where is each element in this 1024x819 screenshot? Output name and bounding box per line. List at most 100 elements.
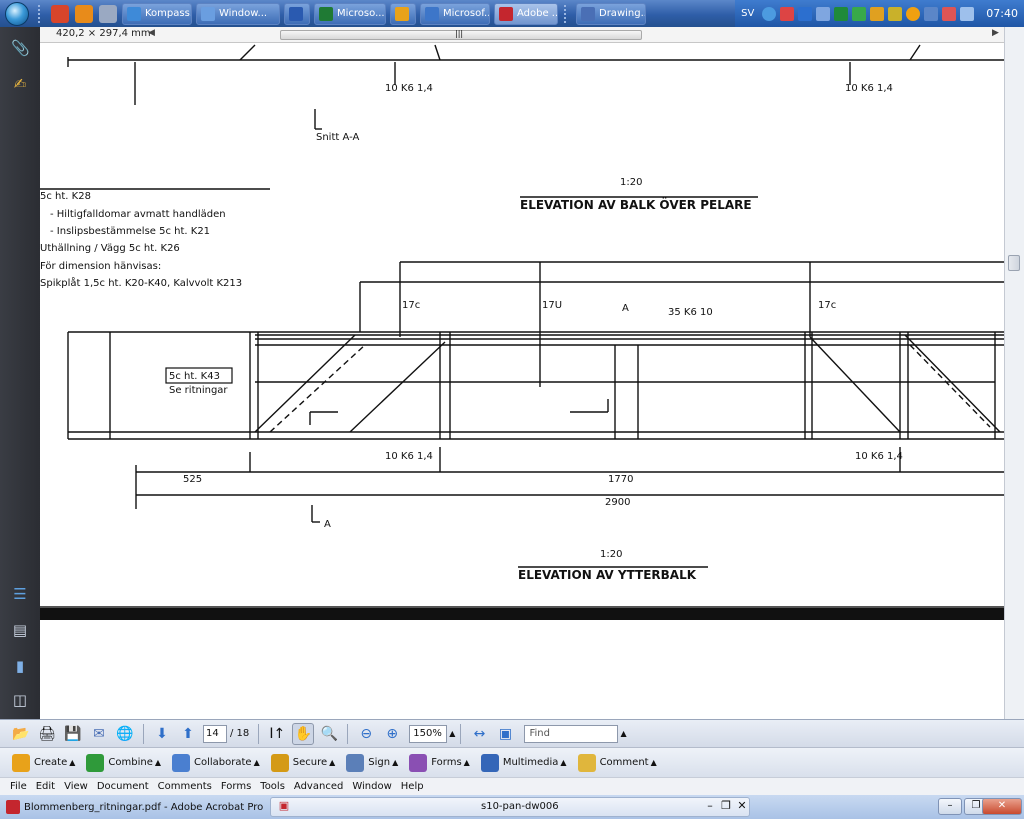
monitor-icon[interactable] (924, 6, 939, 21)
scroll-right-icon[interactable]: ▶ (992, 28, 999, 38)
chevron-down-icon: ▲ (560, 758, 567, 767)
find-input[interactable]: Find (524, 724, 619, 743)
menu-edit[interactable]: Edit (36, 781, 55, 792)
web-icon[interactable]: 🌐 (114, 723, 136, 745)
fit-page-icon[interactable]: ▣ (494, 723, 516, 745)
update-icon[interactable] (906, 6, 921, 21)
pages-icon[interactable]: ◫ (11, 691, 29, 709)
fit-width-icon[interactable]: ↔ (468, 723, 490, 745)
taskbar-grip[interactable] (38, 4, 44, 23)
vertical-scrollbar[interactable] (1004, 27, 1024, 719)
menu-help[interactable]: Help (401, 781, 424, 792)
sign-button[interactable]: Sign ▲ (346, 753, 398, 772)
page-number-input[interactable]: 14 (203, 724, 227, 743)
quicklaunch-network-icon[interactable] (99, 4, 117, 23)
menu-file[interactable]: File (10, 781, 27, 792)
model-tree-icon[interactable]: ☰ (11, 585, 29, 603)
alert-icon[interactable] (942, 6, 957, 21)
document-view[interactable]: 10 K6 1,4 10 K6 1,4 Snitt A-A 1:20 ELEVA… (40, 27, 1004, 719)
secure-button[interactable]: Secure ▲ (270, 753, 335, 772)
sync-icon[interactable] (834, 6, 849, 21)
create-button[interactable]: Create ▲ (12, 753, 75, 772)
collaborate-icon (172, 753, 191, 772)
task-adobe[interactable]: Adobe ... (494, 2, 558, 25)
zoom-level-input[interactable]: 150% (409, 724, 448, 743)
close-button[interactable]: ✕ (982, 798, 1022, 815)
email-icon[interactable]: ✉ (88, 723, 110, 745)
taskbar-grip[interactable] (564, 4, 570, 23)
select-text-icon[interactable]: I↑ (266, 723, 288, 745)
engineering-drawing: 10 K6 1,4 10 K6 1,4 Snitt A-A 1:20 ELEVA… (40, 44, 1004, 620)
menu-advanced[interactable]: Advanced (294, 781, 343, 792)
zoom-out-icon[interactable]: ⊖ (355, 723, 377, 745)
windows-orb-icon (5, 1, 29, 26)
note-3: Uthällning / Vägg 5c ht. K26 (40, 243, 180, 254)
dim-row1-a: 10 K6 1,4 (385, 451, 433, 462)
folder-icon[interactable] (888, 6, 903, 21)
zoom-tool-icon[interactable]: 🔍 (318, 723, 340, 745)
grid-icon[interactable] (816, 6, 831, 21)
quicklaunch-p-icon[interactable] (51, 4, 69, 23)
menu-window[interactable]: Window (352, 781, 391, 792)
save-icon[interactable]: 💾 (62, 723, 84, 745)
next-page-icon[interactable]: ⬇ (151, 723, 173, 745)
note-4: - Inslipsbestämmelse 5c ht. K21 (50, 226, 210, 237)
task-outlook[interactable] (390, 2, 416, 25)
printer-icon[interactable] (870, 6, 885, 21)
start-button[interactable] (0, 0, 34, 27)
multimedia-button[interactable]: Multimedia ▲ (480, 753, 567, 772)
clock[interactable]: 07:40 (986, 7, 1018, 20)
comment-button[interactable]: Comment ▲ (577, 753, 657, 772)
tasks-toolbar: Create ▲ Combine ▲ Collaborate ▲ Secure ▲ Si… (0, 747, 1024, 777)
layers-icon[interactable]: ▤ (11, 621, 29, 639)
chevron-down-icon: ▲ (463, 758, 470, 767)
acrobat-icon[interactable] (6, 800, 20, 814)
signatures-icon[interactable]: ✍ (11, 75, 29, 93)
combine-button[interactable]: Combine ▲ (86, 753, 161, 772)
hand-tool-icon[interactable]: ✋ (292, 722, 315, 745)
forms-button[interactable]: Forms ▲ (409, 753, 470, 772)
language-indicator[interactable]: SV (741, 8, 754, 19)
doc-restore-icon[interactable]: ❐ (719, 799, 733, 812)
security-icon[interactable] (780, 6, 795, 21)
task-excel[interactable]: Microso... (314, 2, 386, 25)
menu-comments[interactable]: Comments (158, 781, 212, 792)
menu-view[interactable]: View (64, 781, 88, 792)
find-dropdown-icon[interactable]: ▲ (620, 729, 626, 738)
volume-icon[interactable] (960, 6, 975, 21)
attachments-icon[interactable]: 📎 (11, 39, 30, 57)
open-icon[interactable]: 📂 (10, 723, 32, 745)
doc-minimize-icon[interactable]: – (703, 799, 717, 812)
task-drawing[interactable]: Drawing... (576, 2, 646, 25)
task-kompass[interactable]: Kompass... (122, 2, 192, 25)
task-windows[interactable]: Window... (196, 2, 280, 25)
menu-tools[interactable]: Tools (260, 781, 285, 792)
zoom-dropdown-icon[interactable]: ▲ (449, 729, 455, 738)
document-window-tab[interactable]: ▣ s10-pan-dw006 – ❐ ✕ (270, 797, 750, 817)
separator (258, 723, 260, 744)
doc-close-icon[interactable]: ✕ (735, 799, 749, 812)
comment-icon (577, 753, 596, 772)
minimize-button[interactable]: – (938, 798, 962, 815)
menu-forms[interactable]: Forms (221, 781, 251, 792)
multimedia-icon (480, 753, 499, 772)
scale-label-1: 1:20 (620, 177, 642, 188)
print-icon[interactable]: 🖨 (36, 723, 58, 745)
network-icon[interactable] (762, 6, 777, 21)
task-word[interactable] (284, 2, 310, 25)
device-icon[interactable] (852, 6, 867, 21)
collaborate-button[interactable]: Collaborate ▲ (172, 753, 260, 772)
horizontal-scroll-ruler[interactable]: 420,2 × 297,4 mm ◀ ||| ▶ (40, 27, 1004, 43)
scroll-left-icon[interactable]: ◀ (148, 28, 155, 38)
vertical-scroll-thumb[interactable] (1008, 255, 1020, 271)
bookmarks-icon[interactable]: ▮ (11, 657, 29, 675)
previous-page-icon[interactable]: ⬆ (177, 723, 199, 745)
task-icon (201, 6, 215, 21)
task-microsoft[interactable]: Microsof... (420, 2, 490, 25)
quicklaunch-media-icon[interactable] (75, 4, 93, 23)
zoom-in-icon[interactable]: ⊕ (381, 723, 403, 745)
info-icon[interactable] (798, 6, 813, 21)
menu-document[interactable]: Document (97, 781, 149, 792)
note-6: 5c ht. K28 (40, 191, 91, 202)
horizontal-scroll-thumb[interactable]: ||| (280, 29, 642, 40)
